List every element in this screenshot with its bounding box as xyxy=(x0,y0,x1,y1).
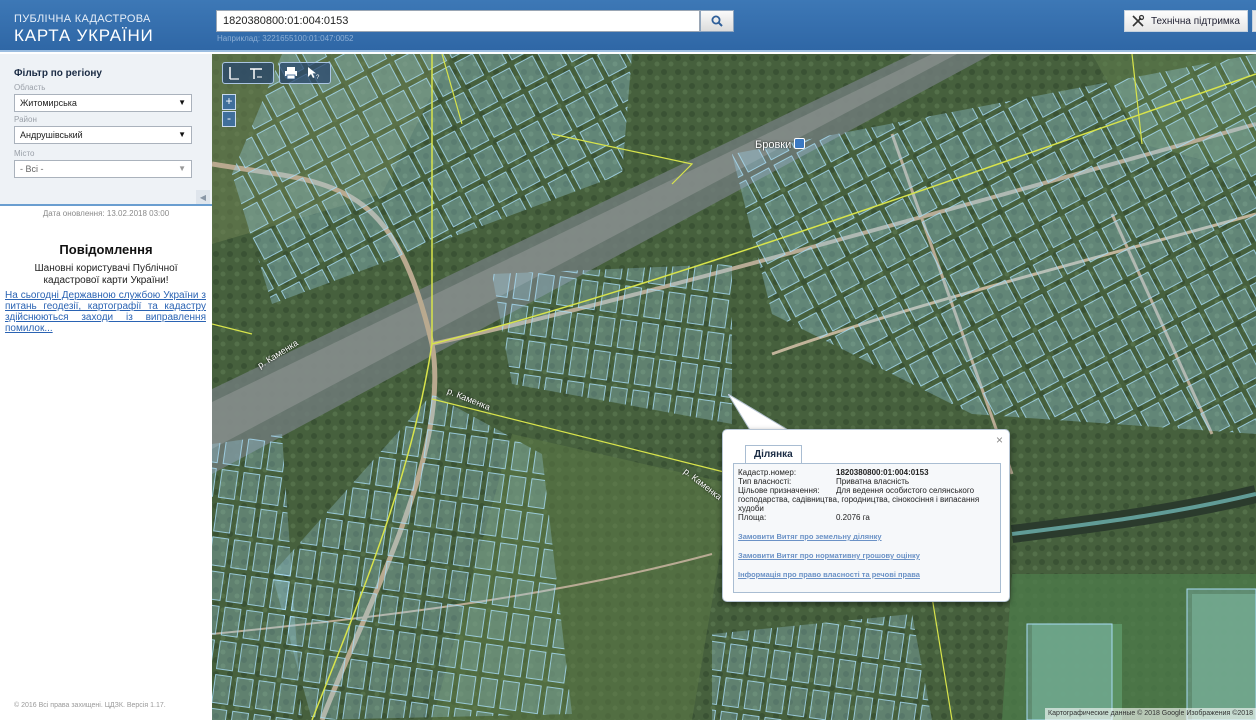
parcel-info-popup: × Ділянка Кадастр.номер: 1820380800:01:0… xyxy=(722,429,1010,602)
district-select[interactable]: Андрушівський ▼ xyxy=(14,126,192,144)
info-pointer-icon: ? xyxy=(308,67,320,80)
print-button[interactable] xyxy=(280,63,302,83)
search-button[interactable] xyxy=(700,10,734,32)
popup-pointer xyxy=(728,394,788,431)
detail-key: Тип власності: xyxy=(738,477,792,486)
order-valuation-extract-link[interactable]: Замовити Витяг про нормативну грошову оц… xyxy=(738,551,996,560)
detail-key: Кадастр.номер: xyxy=(738,468,797,477)
city-select-value: - Всі - xyxy=(20,164,44,174)
city-label: Місто xyxy=(14,149,35,158)
detail-key: Площа: xyxy=(738,513,767,522)
tech-support-button[interactable]: Технічна підтримка xyxy=(1124,10,1248,32)
search-example-hint: Наприклад: 3221655100:01:047:0052 xyxy=(217,34,354,43)
print-icon xyxy=(285,67,297,80)
city-select[interactable]: - Всі - ▼ xyxy=(14,160,192,178)
header-extra-button[interactable] xyxy=(1252,10,1256,32)
train-station-icon xyxy=(794,138,806,149)
order-parcel-extract-link[interactable]: Замовити Витяг про земельну ділянку xyxy=(738,532,996,541)
collapse-sidebar-button[interactable]: ◀ xyxy=(196,190,210,204)
identify-button[interactable]: ? xyxy=(302,63,324,83)
district-label: Район xyxy=(14,115,37,124)
dropdown-arrow-icon: ▼ xyxy=(178,130,186,139)
copyright: © 2016 Всі права захищені. ЦДЗК. Версія … xyxy=(14,702,166,709)
top-header: ПУБЛІЧНА КАДАСТРОВА КАРТА УКРАЇНИ Наприк… xyxy=(0,0,1256,52)
update-date: Дата оновлення: 13.02.2018 03:00 xyxy=(42,209,170,218)
dropdown-arrow-icon: ▼ xyxy=(178,98,186,107)
detail-row: Тип власності: Приватна власність xyxy=(738,477,996,486)
app-root: ПУБЛІЧНА КАДАСТРОВА КАРТА УКРАЇНИ Наприк… xyxy=(0,0,1256,720)
region-select-value: Житомирська xyxy=(20,98,77,108)
detail-value: 0.2076 га xyxy=(836,513,870,522)
brand-subtitle: ПУБЛІЧНА КАДАСТРОВА xyxy=(14,13,151,25)
cadastral-search-input[interactable] xyxy=(216,10,700,32)
zoom-out-button[interactable]: - xyxy=(222,111,236,127)
detail-key: Цільове призначення: xyxy=(738,486,820,495)
tab-parcel[interactable]: Ділянка xyxy=(745,445,802,463)
notice-text: Шановні користувачі Публічної кадастрово… xyxy=(34,263,178,286)
close-icon[interactable]: × xyxy=(996,433,1003,447)
notice-title: Повідомлення xyxy=(59,242,153,257)
purpose-continuation: господарства, садівництва, городництва, … xyxy=(738,495,980,513)
map-attribution: Картографические данные © 2018 Google Из… xyxy=(1045,708,1256,720)
region-filter-panel: Фільтр по регіону Область Житомирська ▼ … xyxy=(0,54,212,206)
cadastral-map[interactable]: ? + - Бровки р. Каменка р. Каменка р. Ка… xyxy=(212,54,1256,720)
ruler-tool-button[interactable] xyxy=(223,63,245,83)
notice-link[interactable]: На сьогодні Державною службою України з … xyxy=(5,290,206,334)
ruler-icon xyxy=(229,67,239,80)
detail-row: Площа: 0.2076 га xyxy=(738,513,996,522)
detail-row: Цільове призначення: Для ведення особист… xyxy=(738,486,996,495)
brand-title[interactable]: КАРТА УКРАЇНИ xyxy=(14,26,154,46)
place-label: Бровки xyxy=(755,138,806,151)
region-select[interactable]: Житомирська ▼ xyxy=(14,94,192,112)
measure-tools xyxy=(222,62,274,84)
extra-tools: ? xyxy=(279,62,331,84)
satellite-imagery xyxy=(212,54,1256,720)
tech-support-label: Технічна підтримка xyxy=(1151,15,1240,27)
ownership-info-link[interactable]: Інформація про право власності та речові… xyxy=(738,570,996,579)
svg-text:?: ? xyxy=(316,75,320,80)
place-name: Бровки xyxy=(755,139,792,151)
district-select-value: Андрушівський xyxy=(20,130,83,140)
chevron-left-icon: ◀ xyxy=(199,192,207,202)
detail-row: Кадастр.номер: 1820380800:01:004:0153 xyxy=(738,468,996,477)
detail-value: Приватна власність xyxy=(836,477,910,486)
dropdown-arrow-icon: ▼ xyxy=(178,164,186,173)
area-ruler-icon xyxy=(250,68,262,79)
parcel-details: Кадастр.номер: 1820380800:01:004:0153 Ти… xyxy=(733,463,1001,593)
region-label: Область xyxy=(14,83,46,92)
detail-value: Для ведення особистого селянського xyxy=(836,486,975,495)
sidebar: Фільтр по регіону Область Житомирська ▼ … xyxy=(0,54,212,720)
zoom-in-button[interactable]: + xyxy=(222,94,236,110)
search-icon xyxy=(711,15,723,27)
tools-icon xyxy=(1132,14,1145,27)
filter-title: Фільтр по регіону xyxy=(14,68,102,79)
area-tool-button[interactable] xyxy=(245,63,267,83)
detail-value: 1820380800:01:004:0153 xyxy=(836,468,929,477)
